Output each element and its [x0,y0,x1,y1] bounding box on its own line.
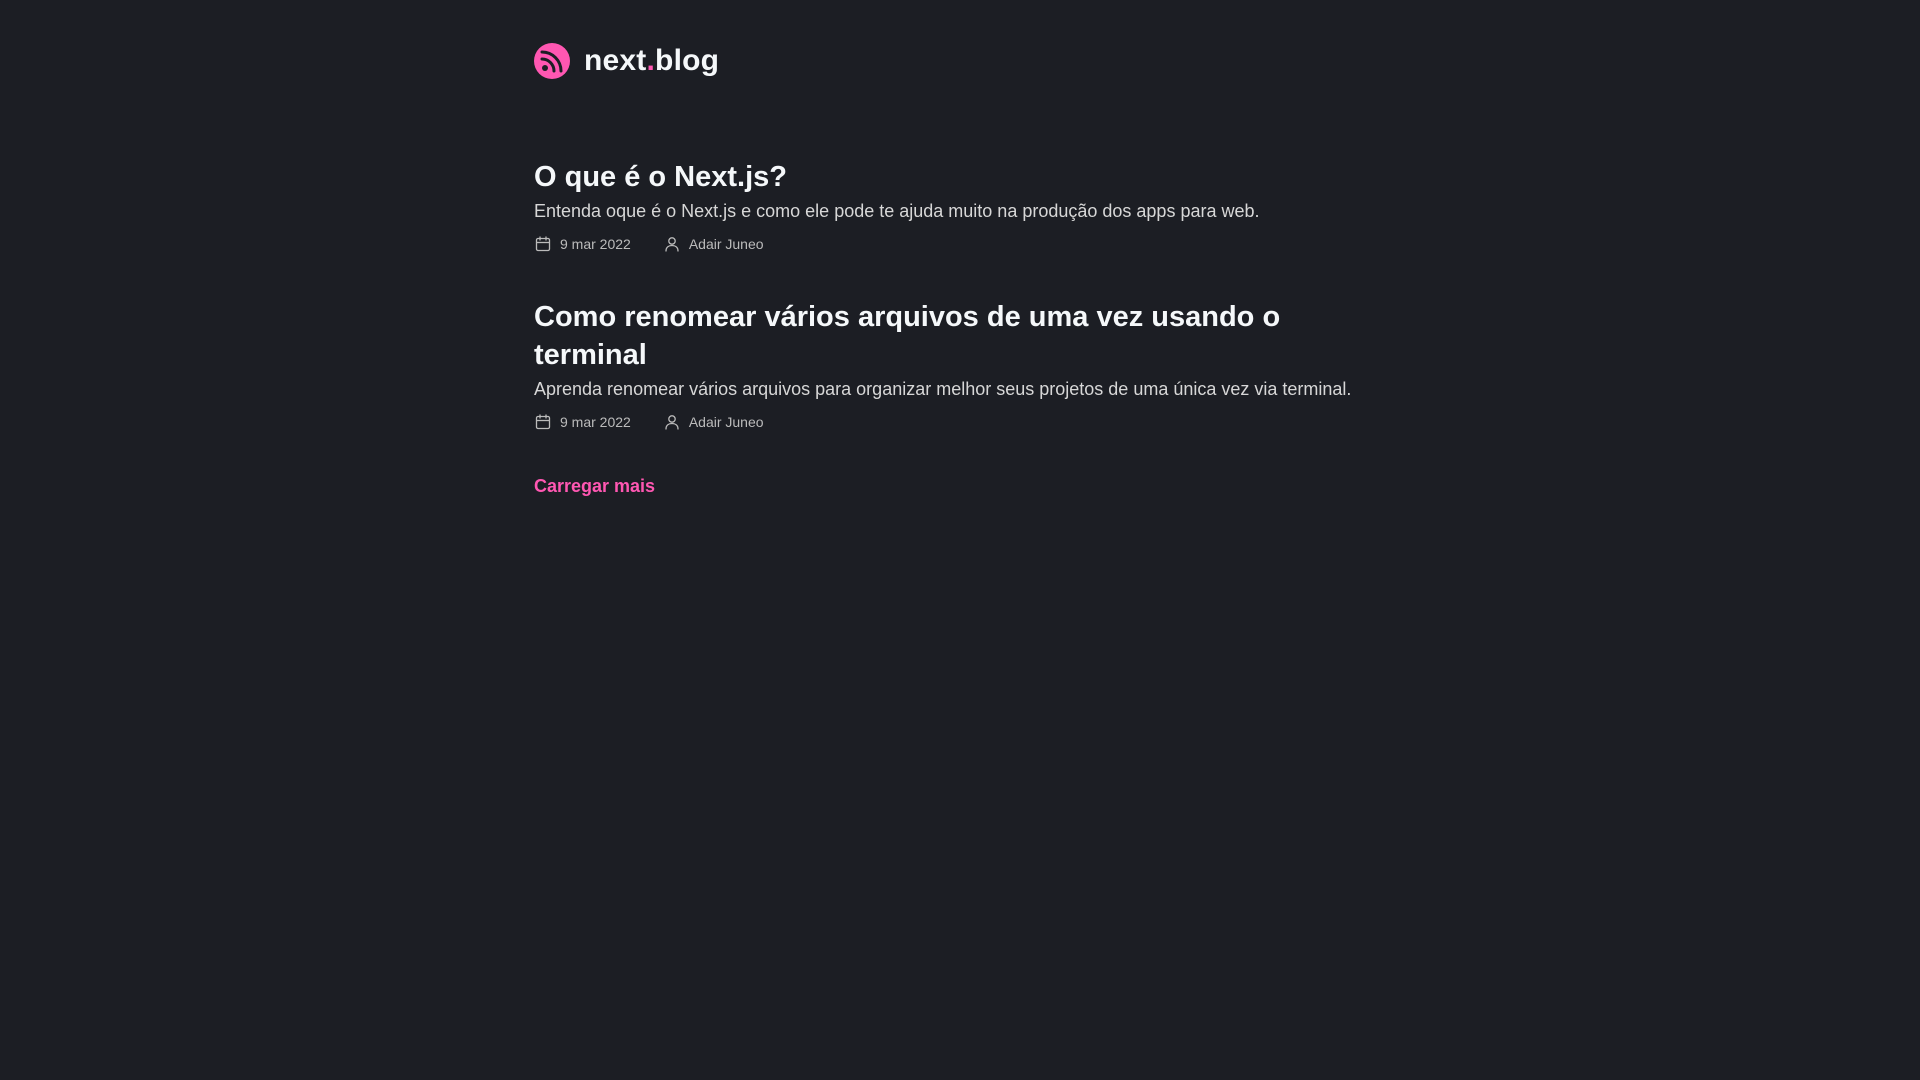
user-icon [665,415,679,430]
post-date-text: 9 mar 2022 [560,236,631,252]
logo-link[interactable]: next.blog [534,43,719,79]
post-date: 9 mar 2022 [534,413,631,431]
post-item[interactable]: O que é o Next.js? Entenda oque é o Next… [534,158,1394,254]
brand-part-1: next [584,44,647,77]
post-subtitle: Entenda oque é o Next.js e como ele pode… [534,201,1260,221]
brand-part-2: blog [655,44,720,77]
post-author-text: Adair Juneo [688,236,764,252]
post-subtitle: Aprenda renomear vários arquivos para or… [534,379,1352,399]
site-header: next.blog [534,40,719,82]
post-author: Adair Juneo [663,413,764,431]
brand-dot: . [646,44,656,77]
post-title: Como renomear vários arquivos de uma vez… [534,301,1281,371]
user-icon [665,237,679,252]
post-item[interactable]: Como renomear vários arquivos de uma vez… [534,298,1394,432]
post-author: Adair Juneo [663,235,764,253]
post-date-text: 9 mar 2022 [560,414,631,430]
site-brand: next.blog [584,46,719,76]
load-more-button[interactable]: Carregar mais [534,476,655,497]
calendar-icon [535,236,551,252]
post-date: 9 mar 2022 [534,235,631,253]
rss-icon [534,43,570,79]
post-author-text: Adair Juneo [688,414,764,430]
post-title: O que é o Next.js? [534,161,787,193]
post-meta: 9 mar 2022 Adair Juneo [534,412,1394,432]
calendar-icon [535,414,551,430]
post-meta: 9 mar 2022 Adair Juneo [534,234,1394,254]
post-list: O que é o Next.js? Entenda oque é o Next… [534,158,1394,476]
